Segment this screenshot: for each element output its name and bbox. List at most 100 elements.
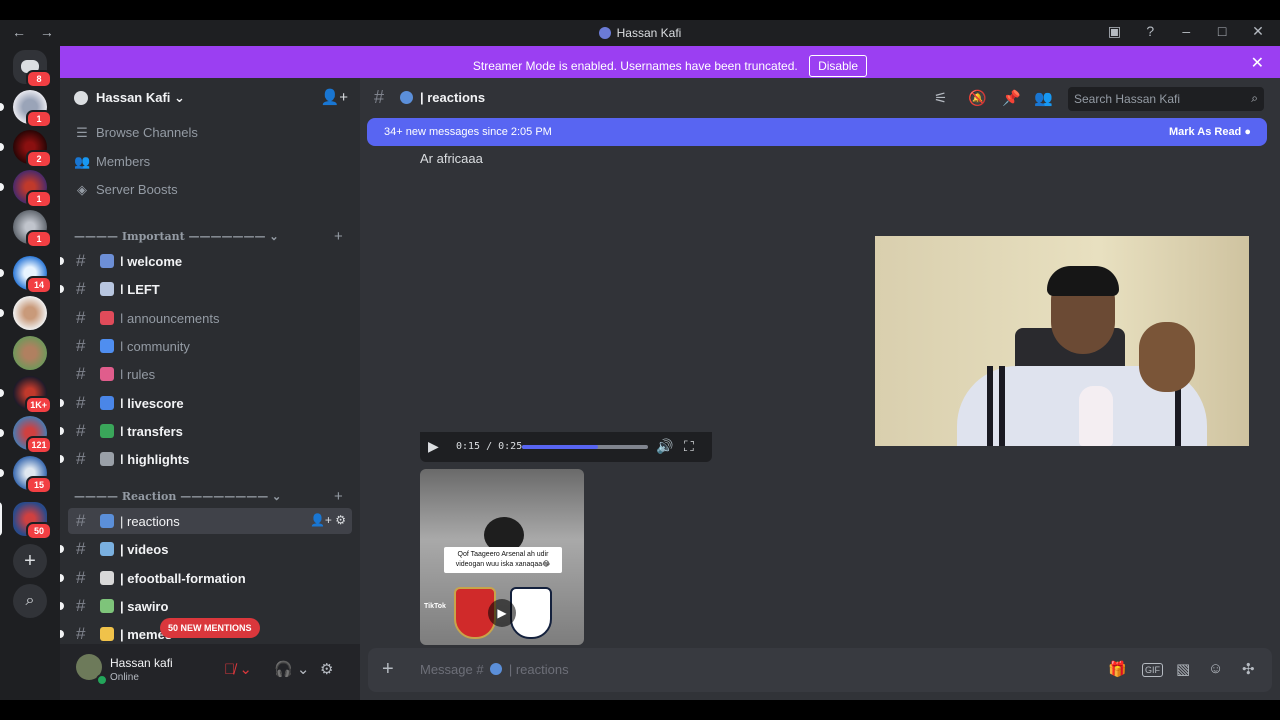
server-icon[interactable]: 1K+ xyxy=(13,376,52,414)
banner-text: Streamer Mode is enabled. Usernames have… xyxy=(472,59,798,73)
create-channel-icon[interactable]: + xyxy=(334,228,343,245)
disable-button[interactable]: Disable xyxy=(809,55,868,77)
server-guide-icon xyxy=(74,91,88,105)
minimize-button[interactable]: – xyxy=(1170,23,1202,39)
fullscreen-icon[interactable]: ⛶ xyxy=(684,438,694,455)
browse-channels[interactable]: ☰ Browse Channels xyxy=(74,125,198,141)
volume-icon[interactable]: 🔊 xyxy=(656,438,673,455)
channel-label: ǀ welcome xyxy=(120,254,183,269)
member-list-icon[interactable]: 👥 xyxy=(1034,89,1053,107)
maximize-button[interactable]: □ xyxy=(1206,23,1238,39)
search-input[interactable]: Search Hassan Kafi ⌕ xyxy=(1068,87,1264,111)
emoji-icon[interactable]: ☺ xyxy=(1208,660,1223,677)
channel-item[interactable]: # ǀ rules xyxy=(68,361,352,387)
notification-badge: 1 xyxy=(26,190,52,208)
channel-item[interactable]: # | efootball-formation xyxy=(60,565,352,591)
channel-item[interactable]: # ǀ community xyxy=(68,333,352,359)
add-server-button[interactable]: + xyxy=(13,544,47,578)
category-reaction[interactable]: ———— Reaction ———————— ⌄ + xyxy=(74,488,343,505)
close-icon[interactable]: ✕ xyxy=(1251,53,1264,73)
channel-item[interactable]: # ǀ highlights xyxy=(60,446,352,472)
gif-icon[interactable]: GIF xyxy=(1142,663,1163,677)
video-thumbnail[interactable]: Qof Taageero Arsenal ah udir videogan wu… xyxy=(420,469,584,645)
create-channel-icon[interactable]: + xyxy=(334,488,343,505)
channel-item[interactable]: # | sawiro xyxy=(60,593,352,619)
members-link[interactable]: 👥 Members xyxy=(74,154,150,170)
home-discord-icon[interactable]: 8 xyxy=(13,50,52,88)
webcam-person-hair xyxy=(1047,266,1119,296)
apps-icon[interactable]: ✣ xyxy=(1242,660,1255,678)
server-icon[interactable] xyxy=(13,296,47,330)
mark-as-read-button[interactable]: Mark As Read ● xyxy=(1169,126,1251,138)
explore-icon[interactable]: ⌕ xyxy=(13,584,47,618)
new-messages-bar[interactable]: 34+ new messages since 2:05 PM Mark As R… xyxy=(367,118,1267,146)
text-channel-icon: # xyxy=(76,624,86,644)
server-header[interactable]: Hassan Kafi ⌄ 👤+ xyxy=(60,78,360,118)
message-input[interactable]: Message # | reactions xyxy=(420,662,569,677)
server-icon[interactable]: 15 xyxy=(13,456,52,494)
channel-emoji-icon xyxy=(100,367,114,382)
category-important[interactable]: ———— Important ——————— ⌄ + xyxy=(74,228,343,245)
sticker-icon[interactable]: ▧ xyxy=(1176,660,1190,678)
server-icon[interactable]: 2 xyxy=(13,130,52,168)
webcam-person-hand xyxy=(1139,322,1195,392)
video-progress-slider[interactable] xyxy=(522,445,648,449)
user-status: Online xyxy=(110,672,139,683)
browse-channels-label: Browse Channels xyxy=(96,125,198,140)
pinned-messages-icon[interactable]: 📌 xyxy=(1002,89,1021,107)
close-window-button[interactable]: ✕ xyxy=(1242,23,1274,40)
channel-label: | sawiro xyxy=(120,598,169,614)
settings-gear-icon[interactable]: ⚙ xyxy=(320,660,333,678)
channel-label: ǀ community xyxy=(120,338,190,354)
text-channel-icon: # xyxy=(76,279,86,299)
channel-item[interactable]: # ǀ announcements xyxy=(68,305,352,331)
add-member-icon[interactable]: 👤+ xyxy=(321,88,348,106)
channel-label: | videos xyxy=(120,542,169,558)
text-channel-icon: # xyxy=(76,364,86,384)
window-titlebar: ← → Hassan Kafi ▣ ? – □ ✕ xyxy=(0,20,1280,46)
upload-plus-icon[interactable]: + xyxy=(382,658,394,681)
channel-item[interactable]: # ǀ livescore xyxy=(60,390,352,416)
tottenham-crest xyxy=(510,587,552,639)
notification-settings-icon[interactable]: 🔕 xyxy=(968,89,987,107)
channel-item[interactable]: # ǀ transfers xyxy=(60,418,352,444)
play-icon[interactable]: ▶ xyxy=(428,438,439,455)
new-mentions-pill[interactable]: 50 NEW MENTIONS xyxy=(160,618,260,638)
unread-indicator xyxy=(0,103,4,111)
window-title-text: Hassan Kafi xyxy=(616,26,682,40)
unread-indicator xyxy=(0,143,4,151)
server-icon-hassan-kafi[interactable]: 50 xyxy=(13,502,52,540)
mute-microphone-icon[interactable]: 🎙̸ ⌄ xyxy=(224,660,252,678)
threads-icon[interactable]: ⚟ xyxy=(934,89,947,107)
gift-icon[interactable]: 🎁 xyxy=(1108,660,1127,678)
unread-indicator xyxy=(60,601,64,610)
server-icon[interactable] xyxy=(13,336,47,370)
server-icon[interactable]: 1 xyxy=(13,170,52,208)
channel-settings-icon[interactable]: 👤+ ⚙ xyxy=(310,513,346,527)
message-composer[interactable]: + Message # | reactions 🎁 GIF ▧ ☺ ✣ xyxy=(368,648,1272,692)
window-title: Hassan Kafi xyxy=(0,26,1280,40)
mark-as-read-label: Mark As Read xyxy=(1168,126,1242,138)
streamer-mode-banner: Streamer Mode is enabled. Usernames have… xyxy=(60,46,1280,78)
headphones-icon[interactable]: 🎧 ⌄ xyxy=(274,660,309,678)
unread-indicator xyxy=(60,257,64,265)
server-boosts-link[interactable]: ◈ Server Boosts xyxy=(74,182,178,198)
server-icon[interactable]: 121 xyxy=(13,416,52,454)
server-icon xyxy=(598,27,611,39)
channel-item[interactable]: # ǀ LEFT xyxy=(60,276,352,302)
unread-indicator xyxy=(0,469,4,477)
text-channel-icon: # xyxy=(76,449,86,469)
help-icon[interactable]: ? xyxy=(1134,23,1166,39)
server-icon[interactable]: 1 xyxy=(13,210,52,248)
channel-item[interactable]: # | videos xyxy=(60,536,352,562)
unread-indicator xyxy=(60,285,64,294)
channel-item[interactable]: # | reactions 👤+ ⚙ xyxy=(68,508,352,534)
play-overlay-icon[interactable]: ▶ xyxy=(488,599,516,627)
server-icon[interactable]: 14 xyxy=(13,256,52,294)
channel-item[interactable]: # ǀ welcome xyxy=(60,248,352,274)
inbox-icon[interactable]: ▣ xyxy=(1098,23,1130,40)
text-channel-icon: # xyxy=(76,335,86,355)
notification-badge: 8 xyxy=(26,70,52,88)
notification-badge: 1 xyxy=(26,230,52,248)
server-icon[interactable]: 1 xyxy=(13,90,52,128)
